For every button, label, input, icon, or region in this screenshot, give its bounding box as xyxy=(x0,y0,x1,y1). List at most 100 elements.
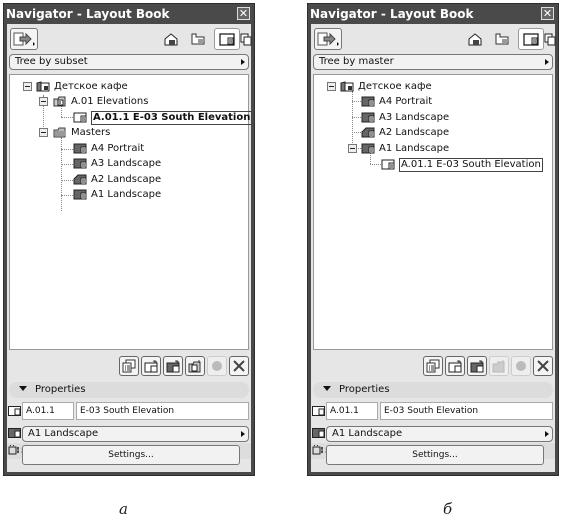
view-map-tab[interactable] xyxy=(185,28,211,50)
update-button[interactable] xyxy=(511,356,531,376)
layout-icon xyxy=(381,159,395,170)
tree-mode-dropdown[interactable]: Tree by master xyxy=(313,54,553,70)
figure-caption-a: а xyxy=(119,500,128,518)
publish-button[interactable] xyxy=(314,28,342,50)
tree-item-master[interactable]: A2 Landscape xyxy=(361,125,449,140)
tree-connector xyxy=(61,164,73,165)
close-button[interactable]: ✕ xyxy=(541,7,554,20)
action-bar xyxy=(423,356,553,378)
layout-book-tab[interactable] xyxy=(214,28,240,50)
tree-item-subset[interactable]: A.01 Elevations xyxy=(53,94,148,109)
layout-name-field[interactable]: E-03 South Elevation xyxy=(380,402,553,420)
panel-body: Tree by subset Детское кафе A.01 Elevati… xyxy=(7,24,253,472)
tree-item-master[interactable]: A4 Portrait xyxy=(73,141,144,156)
figure-caption-b: б xyxy=(443,500,453,518)
size-icon xyxy=(8,445,19,455)
tree-item-master[interactable]: A3 Landscape xyxy=(73,156,161,171)
master-layout-icon xyxy=(73,143,87,154)
master-layout-icon xyxy=(312,428,325,438)
settings-button[interactable]: Settings... xyxy=(22,445,240,465)
view-map-tab[interactable] xyxy=(489,28,515,50)
new-subset-button[interactable] xyxy=(489,356,509,376)
delete-button[interactable] xyxy=(533,356,553,376)
layout-id-field[interactable]: A.01.1 xyxy=(326,402,378,420)
project-map-tab[interactable] xyxy=(462,28,488,50)
layout-name-field[interactable]: E-03 South Elevation xyxy=(76,402,249,420)
layout-icon xyxy=(219,32,235,46)
close-button[interactable]: ✕ xyxy=(237,7,250,20)
expand-triangle-icon xyxy=(323,386,331,391)
title-bar[interactable]: Navigator - Layout Book ✕ xyxy=(4,4,254,24)
layout-tree[interactable]: Детское кафе A.01 Elevations A.01.1 E-03… xyxy=(9,74,253,350)
update-button[interactable] xyxy=(207,356,227,376)
collapse-toggle[interactable] xyxy=(39,97,48,106)
tree-item-book[interactable]: Детское кафе xyxy=(36,79,128,94)
tree-item-layout-selected[interactable]: A.01.1 E-03 South Elevation xyxy=(73,110,253,125)
layout-icon xyxy=(312,406,325,416)
tree-connector xyxy=(61,180,73,181)
properties-header[interactable]: Properties xyxy=(9,382,249,398)
new-layout-button[interactable] xyxy=(445,356,465,376)
new-master-button[interactable] xyxy=(163,356,183,376)
collapse-toggle[interactable] xyxy=(39,128,48,137)
collapse-toggle[interactable] xyxy=(327,82,336,91)
master-dropdown[interactable]: A1 Landscape xyxy=(326,426,553,442)
project-map-tab[interactable] xyxy=(158,28,184,50)
collapse-toggle[interactable] xyxy=(348,144,357,153)
new-master-button[interactable] xyxy=(467,356,487,376)
master-layout-cut-icon xyxy=(73,174,87,185)
tree-item-master[interactable]: A3 Landscape xyxy=(361,110,449,125)
tree-connector xyxy=(352,132,361,133)
properties-button[interactable] xyxy=(423,356,443,376)
publisher-sets-tab[interactable] xyxy=(239,28,253,50)
tree-item-book[interactable]: Детское кафе xyxy=(340,79,432,94)
delete-button[interactable] xyxy=(229,356,249,376)
house-icon xyxy=(468,33,482,46)
toolbar xyxy=(311,24,557,54)
tree-item-master[interactable]: A1 Landscape xyxy=(73,187,161,202)
tree-item-master[interactable]: A4 Portrait xyxy=(361,94,432,109)
properties-button[interactable] xyxy=(119,356,139,376)
publisher-sets-tab[interactable] xyxy=(543,28,557,50)
masters-folder-icon xyxy=(53,127,66,138)
master-layout-icon xyxy=(361,112,375,123)
new-subset-button[interactable] xyxy=(185,356,205,376)
tree-mode-dropdown[interactable]: Tree by subset xyxy=(9,54,249,70)
layout-id-field[interactable]: A.01.1 xyxy=(22,402,74,420)
layout-tree[interactable]: Детское кафе A4 Portrait A3 Landscape A2… xyxy=(313,74,553,350)
tree-connector xyxy=(352,117,361,118)
layout-book-icon xyxy=(340,81,354,92)
collapse-toggle[interactable] xyxy=(23,82,32,91)
update-icon xyxy=(212,361,222,371)
tree-item-master[interactable]: A2 Landscape xyxy=(73,172,161,187)
publisher-sets-icon xyxy=(240,33,252,45)
properties-master-row: A1 Landscape xyxy=(311,424,555,442)
dropdown-arrow-icon xyxy=(545,59,549,65)
new-subset-icon xyxy=(188,360,201,373)
tree-item-master[interactable]: A1 Landscape xyxy=(361,141,449,156)
properties-header[interactable]: Properties xyxy=(313,382,553,398)
new-layout-button[interactable] xyxy=(141,356,161,376)
publisher-sets-icon xyxy=(544,33,556,45)
master-layout-icon xyxy=(73,189,87,200)
tree-item-layout-selected[interactable]: A.01.1 E-03 South Elevation xyxy=(381,157,543,172)
properties-icon xyxy=(426,359,440,373)
master-layout-icon xyxy=(8,428,21,438)
tree-item-masters[interactable]: Masters xyxy=(53,125,110,140)
navigator-panel-b: Navigator - Layout Book ✕ Tree by master xyxy=(307,3,559,476)
layout-book-tab[interactable] xyxy=(518,28,544,50)
dropdown-arrow-icon xyxy=(545,431,549,437)
new-layout-icon xyxy=(144,360,158,373)
master-layout-cut-icon xyxy=(361,127,375,138)
action-bar xyxy=(119,356,249,378)
settings-button[interactable]: Settings... xyxy=(326,445,544,465)
tree-connector xyxy=(61,117,73,118)
house-icon xyxy=(164,33,178,46)
title-bar[interactable]: Navigator - Layout Book ✕ xyxy=(308,4,558,24)
layout-icon xyxy=(8,406,21,416)
delete-icon xyxy=(233,360,245,372)
properties-id-row: A.01.1 E-03 South Elevation xyxy=(7,402,251,420)
publish-button[interactable] xyxy=(10,28,38,50)
update-icon xyxy=(516,361,526,371)
master-dropdown[interactable]: A1 Landscape xyxy=(22,426,249,442)
